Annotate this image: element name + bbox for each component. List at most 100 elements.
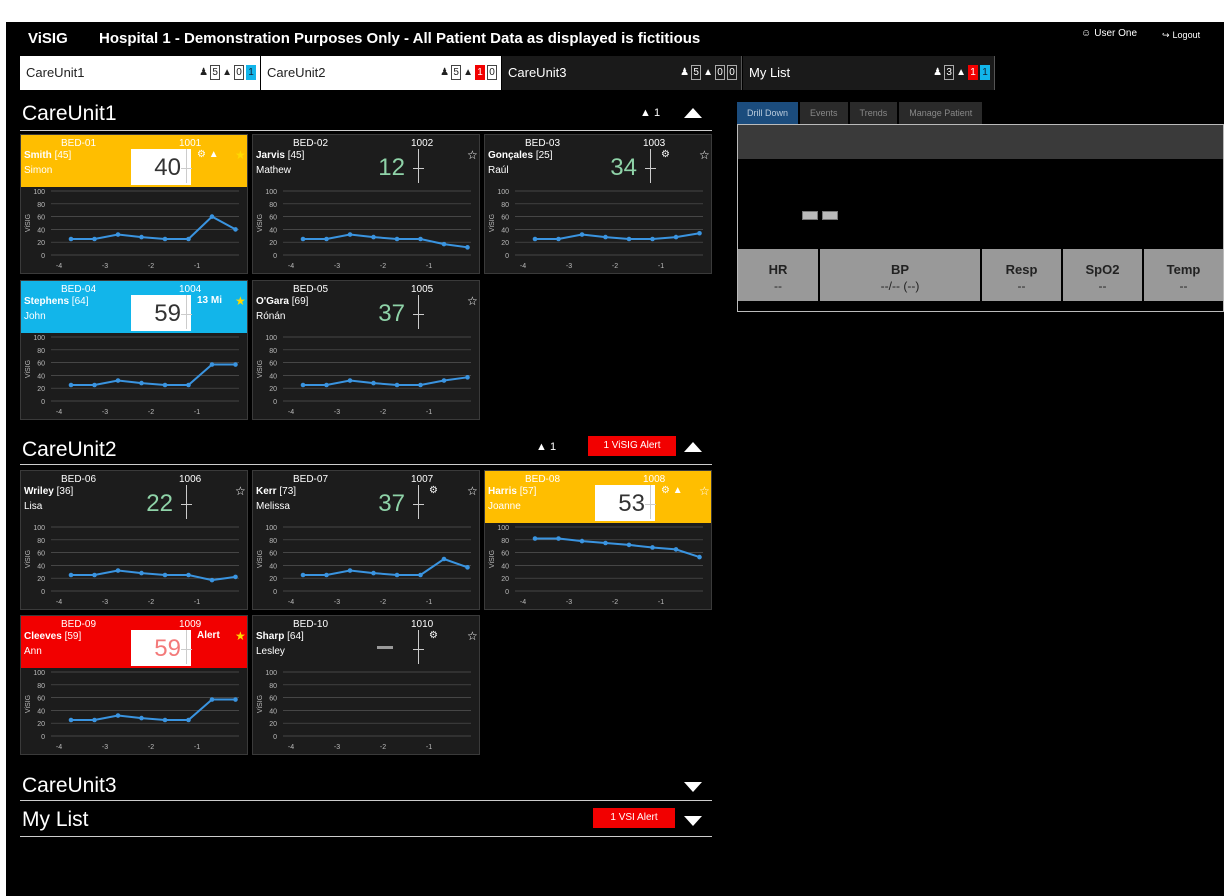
trend-point bbox=[233, 697, 238, 702]
alert-count: 0 bbox=[715, 65, 725, 80]
visig-score: 37 bbox=[378, 490, 405, 517]
bed-card-04[interactable]: BED-04 1004 Stephens [64] John 59 13 Mi ★ 100 80… bbox=[20, 280, 248, 420]
bed-card-05[interactable]: BED-05 1005 O'Gara [69] Rónán 37 ☆ 100 80 60 40 20… bbox=[252, 280, 480, 420]
tab-manage-patient[interactable]: Manage Patient bbox=[899, 102, 983, 124]
favourite-star-icon[interactable]: ☆ bbox=[467, 629, 478, 643]
y-tick-label: 0 bbox=[273, 589, 277, 596]
x-tick-label: -3 bbox=[334, 744, 340, 751]
tab-careunit1[interactable]: CareUnit1 ♟ 5 ▲ 0 1 bbox=[20, 56, 260, 90]
visig-trend-chart: 100 80 60 40 20 0 ViSIG -4 -3 -2 -1 bbox=[257, 670, 471, 751]
tab-careunit2[interactable]: CareUnit2 ♟ 5 ▲ 1 0 bbox=[261, 56, 501, 90]
trend-point bbox=[92, 236, 97, 242]
score-tick bbox=[418, 149, 419, 183]
trend-point bbox=[186, 382, 191, 388]
x-tick-label: -4 bbox=[520, 263, 526, 270]
trend-point bbox=[441, 556, 447, 562]
bed-card-03[interactable]: BED-03 1003 Gonçales [25] Raúl 34 ⚙ ☆ 100 80 60 40… bbox=[484, 134, 712, 274]
patient-age: [45] bbox=[287, 150, 305, 161]
bed-card-08[interactable]: BED-08 1008 Harris [57] Joanne 53 ⚙ ▲ ☆ 100 80 60… bbox=[484, 470, 712, 610]
bed-card-01[interactable]: BED-01 1001 Smith [45] Simon 40 ⚙ ▲ ★ 100 80 60 40… bbox=[20, 134, 248, 274]
tab-trends[interactable]: Trends bbox=[849, 102, 898, 124]
bed-card-06[interactable]: BED-06 1006 Wriley [36] Lisa 22 ☆ 100 80 60 40 20 0… bbox=[20, 470, 248, 610]
tab-events[interactable]: Events bbox=[800, 102, 848, 124]
x-tick-label: -4 bbox=[56, 263, 62, 270]
y-tick-label: 20 bbox=[501, 240, 509, 247]
y-tick-label: 40 bbox=[37, 373, 45, 380]
tab-careunit3[interactable]: CareUnit3 ♟ 5 ▲ 0 0 bbox=[502, 56, 742, 90]
score-tick bbox=[413, 168, 424, 169]
tab-my-list[interactable]: My List ♟ 3 ▲ 1 1 bbox=[743, 56, 995, 90]
bed-number: 1010 bbox=[411, 619, 434, 630]
patient-surname: Cleeves [59] bbox=[24, 631, 81, 642]
tab-drill-down[interactable]: Drill Down bbox=[737, 102, 799, 124]
trend-point bbox=[139, 234, 144, 240]
y-tick-label: 60 bbox=[269, 551, 277, 558]
favourite-star-icon[interactable]: ★ bbox=[235, 629, 246, 643]
trend-point bbox=[347, 568, 353, 573]
status-icons: Alert bbox=[197, 630, 220, 641]
section-careunit3-header[interactable]: CareUnit3 bbox=[20, 770, 712, 801]
section-careunit2-header[interactable]: CareUnit2 ▲ 1 1 ViSIG Alert bbox=[20, 432, 712, 465]
bed-card-09[interactable]: BED-09 1009 Cleeves [59] Ann 59 Alert ★ 100 80 60… bbox=[20, 615, 248, 755]
bed-card-10[interactable]: BED-10 1010 Sharp [64] Lesley ⚙ ☆ 100 80 60 40 20 0… bbox=[252, 615, 480, 755]
x-tick-label: -4 bbox=[288, 599, 294, 606]
x-tick-label: -2 bbox=[612, 263, 618, 270]
trend-point bbox=[441, 241, 447, 247]
y-tick-label: 20 bbox=[37, 386, 45, 393]
favourite-star-icon[interactable]: ☆ bbox=[467, 484, 478, 498]
patient-age: [25] bbox=[535, 150, 553, 161]
favourite-star-icon[interactable]: ☆ bbox=[699, 484, 710, 498]
trend-point bbox=[465, 375, 470, 380]
favourite-star-icon[interactable]: ☆ bbox=[699, 148, 710, 162]
section-title: My List bbox=[22, 808, 89, 831]
panel-tabs: Drill Down Events Trends Manage Patient bbox=[737, 102, 984, 124]
user-icon: ☺ bbox=[1081, 28, 1092, 39]
favourite-star-icon[interactable]: ☆ bbox=[235, 484, 246, 498]
y-tick-label: 0 bbox=[273, 253, 277, 260]
bed-card-02[interactable]: BED-02 1002 Jarvis [45] Mathew 12 ☆ 100 80 60 40 2… bbox=[252, 134, 480, 274]
vital-value: --/-- (--) bbox=[880, 279, 920, 293]
x-tick-label: -3 bbox=[102, 744, 108, 751]
trend-point bbox=[162, 236, 168, 242]
x-tick-label: -4 bbox=[288, 263, 294, 270]
trend-line bbox=[71, 698, 236, 721]
patient-age: [57] bbox=[519, 486, 537, 497]
y-axis-label: ViSIG bbox=[489, 550, 496, 568]
user-name: User One bbox=[1094, 28, 1138, 39]
trend-point bbox=[556, 236, 561, 242]
y-tick-label: 0 bbox=[41, 253, 45, 260]
vital-label: BP bbox=[890, 262, 910, 277]
tab-counts: ♟ 5 ▲ 1 0 bbox=[440, 65, 497, 80]
watch-count: 1 bbox=[980, 65, 990, 80]
section-my-list-header[interactable]: My List 1 VSI Alert bbox=[20, 802, 712, 837]
visig-score: 22 bbox=[146, 490, 173, 517]
trend-line bbox=[303, 557, 468, 576]
expand-caret-icon[interactable] bbox=[684, 816, 702, 826]
section-careunit1-header[interactable]: CareUnit1 ▲ 1 bbox=[20, 98, 712, 131]
bed-label: BED-04 bbox=[61, 284, 97, 295]
tab-label: CareUnit1 bbox=[26, 65, 85, 80]
vital-value: -- bbox=[1179, 279, 1188, 293]
trend-point bbox=[233, 362, 238, 367]
favourite-star-icon[interactable]: ☆ bbox=[467, 294, 478, 308]
patient-firstname: Lisa bbox=[24, 501, 43, 512]
favourite-star-icon[interactable]: ☆ bbox=[467, 148, 478, 162]
tab-counts: ♟ 5 ▲ 0 1 bbox=[199, 65, 256, 80]
bed-card-07[interactable]: BED-07 1007 Kerr [73] Melissa 37 ⚙ ☆ 100 80 60 40 2… bbox=[252, 470, 480, 610]
visig-alert-badge[interactable]: 1 ViSIG Alert bbox=[588, 436, 676, 456]
patient-age: [64] bbox=[287, 631, 304, 642]
vsi-alert-badge[interactable]: 1 VSI Alert bbox=[593, 808, 675, 828]
favourite-star-icon[interactable]: ★ bbox=[235, 294, 246, 308]
trend-point bbox=[162, 382, 168, 388]
expand-caret-icon[interactable] bbox=[684, 782, 702, 792]
patient-firstname: John bbox=[24, 311, 46, 322]
favourite-star-icon[interactable]: ★ bbox=[235, 148, 246, 162]
tab-label: CareUnit2 bbox=[267, 65, 326, 80]
user-link[interactable]: ☺ User One bbox=[1081, 28, 1137, 39]
bed-number: 1009 bbox=[179, 619, 202, 630]
surname: Sharp bbox=[256, 631, 285, 642]
logout-link[interactable]: ↪ Logout bbox=[1162, 30, 1200, 41]
trend-point bbox=[673, 547, 679, 552]
collapse-caret-icon[interactable] bbox=[684, 108, 702, 118]
collapse-caret-icon[interactable] bbox=[684, 442, 702, 452]
